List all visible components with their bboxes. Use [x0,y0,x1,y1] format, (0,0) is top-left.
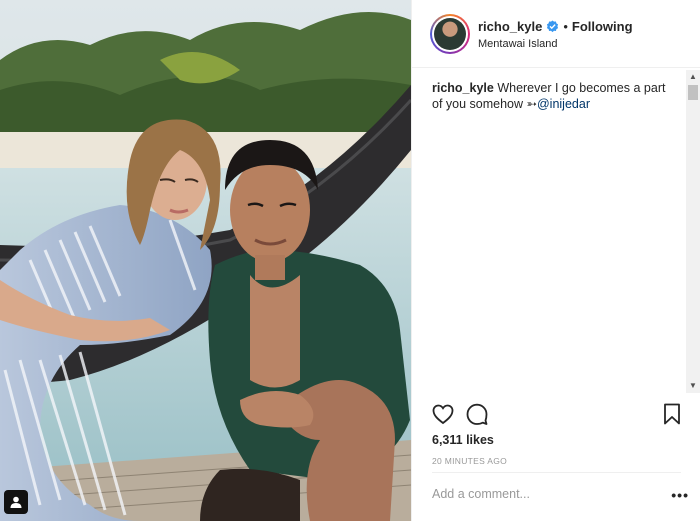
caption-mention[interactable]: @inijedar [537,97,590,111]
post-timestamp[interactable]: 20 MINUTES AGO [432,456,507,466]
username-row: richo_kyle • Following [478,19,633,34]
post-photo[interactable] [0,0,411,521]
comment-input[interactable] [432,487,642,501]
user-tag-icon[interactable] [4,490,28,514]
comment-box: ••• [432,472,688,520]
avatar[interactable] [434,18,466,50]
scroll-up-arrow-icon[interactable]: ▲ [686,70,700,84]
scroll-down-arrow-icon[interactable]: ▼ [686,379,700,393]
scroll-thumb[interactable] [688,85,698,100]
location-link[interactable]: Mentawai Island [478,38,558,50]
bookmark-icon[interactable] [660,402,684,426]
caption-emoji: ➳ [526,97,537,111]
verified-badge-icon [547,20,559,33]
more-options-icon[interactable]: ••• [671,487,689,503]
caption: richo_kyle Wherever I go becomes a part … [432,80,672,112]
separator-dot: • [563,19,568,34]
caption-username[interactable]: richo_kyle [432,81,494,95]
username-link[interactable]: richo_kyle [478,19,542,34]
heart-icon[interactable] [431,402,455,426]
post-header: richo_kyle • Following Mentawai Island [412,0,700,68]
action-bar [412,398,700,430]
likes-count[interactable]: 6,311 likes [432,433,494,447]
following-button[interactable]: Following [572,19,633,34]
comments-scrollbar[interactable]: ▲ ▼ [686,70,700,393]
post-sidebar: richo_kyle • Following Mentawai Island r… [411,0,700,521]
story-ring[interactable] [430,14,470,54]
photo-illustration [0,0,411,521]
comments-area: richo_kyle Wherever I go becomes a part … [412,68,688,395]
comment-bubble-icon[interactable] [465,402,489,426]
